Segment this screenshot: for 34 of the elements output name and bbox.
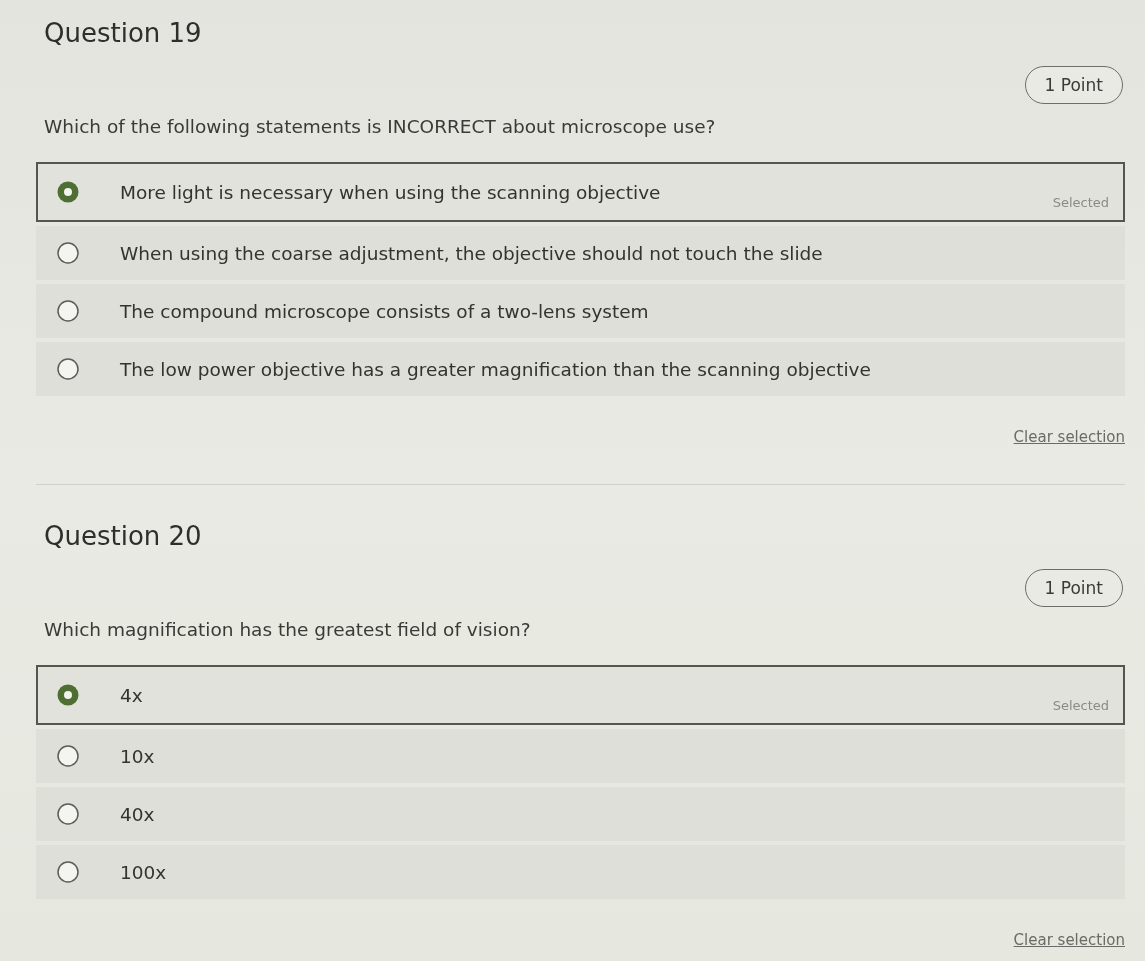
- clear-selection-link[interactable]: Clear selection: [1013, 929, 1125, 951]
- answer-option[interactable]: 100x: [36, 845, 1125, 899]
- question-title: Question 20: [44, 520, 202, 553]
- option-label: When using the coarse adjustment, the objective should not touch the slide: [120, 242, 824, 264]
- answer-option[interactable]: 40x: [36, 787, 1125, 841]
- answer-option[interactable]: The low power objective has a greater magnification than the scanning objective: [36, 342, 1125, 396]
- answer-option[interactable]: The compound microscope consists of a two-lens system: [36, 284, 1125, 338]
- radio-button[interactable]: [57, 861, 79, 883]
- answer-option[interactable]: When using the coarse adjustment, the objective should not touch the slide: [36, 226, 1125, 280]
- option-label: 100x: [120, 861, 168, 883]
- option-label: 10x: [120, 745, 156, 767]
- option-label: The compound microscope consists of a two-lens system: [120, 300, 650, 322]
- radio-button-selected[interactable]: [57, 684, 79, 706]
- option-label: More light is necessary when using the scanning objective: [120, 181, 662, 203]
- answer-option-selected[interactable]: 4x Selected: [36, 665, 1125, 725]
- option-label: 40x: [120, 803, 156, 825]
- radio-button-selected[interactable]: [57, 181, 79, 203]
- question-text: Which of the following statements is INCORRECT about microscope use?: [44, 115, 717, 139]
- radio-button[interactable]: [57, 358, 79, 380]
- points-badge: 1 Point: [1024, 569, 1123, 607]
- radio-button[interactable]: [57, 745, 79, 767]
- question-text: Which magnification has the greatest field of vision?: [44, 618, 532, 642]
- points-badge: 1 Point: [1024, 66, 1123, 104]
- selected-note: Selected: [1052, 195, 1109, 210]
- radio-button[interactable]: [57, 242, 79, 264]
- selected-note: Selected: [1052, 698, 1109, 713]
- answer-option-selected[interactable]: More light is necessary when using the scanning objective Selected: [36, 162, 1125, 222]
- answer-option[interactable]: 10x: [36, 729, 1125, 783]
- question-title: Question 19: [44, 17, 202, 50]
- option-label: 4x: [120, 684, 144, 706]
- clear-selection-link[interactable]: Clear selection: [1013, 426, 1125, 448]
- option-label: The low power objective has a greater magnification than the scanning objective: [120, 358, 872, 380]
- radio-button[interactable]: [57, 803, 79, 825]
- radio-button[interactable]: [57, 300, 79, 322]
